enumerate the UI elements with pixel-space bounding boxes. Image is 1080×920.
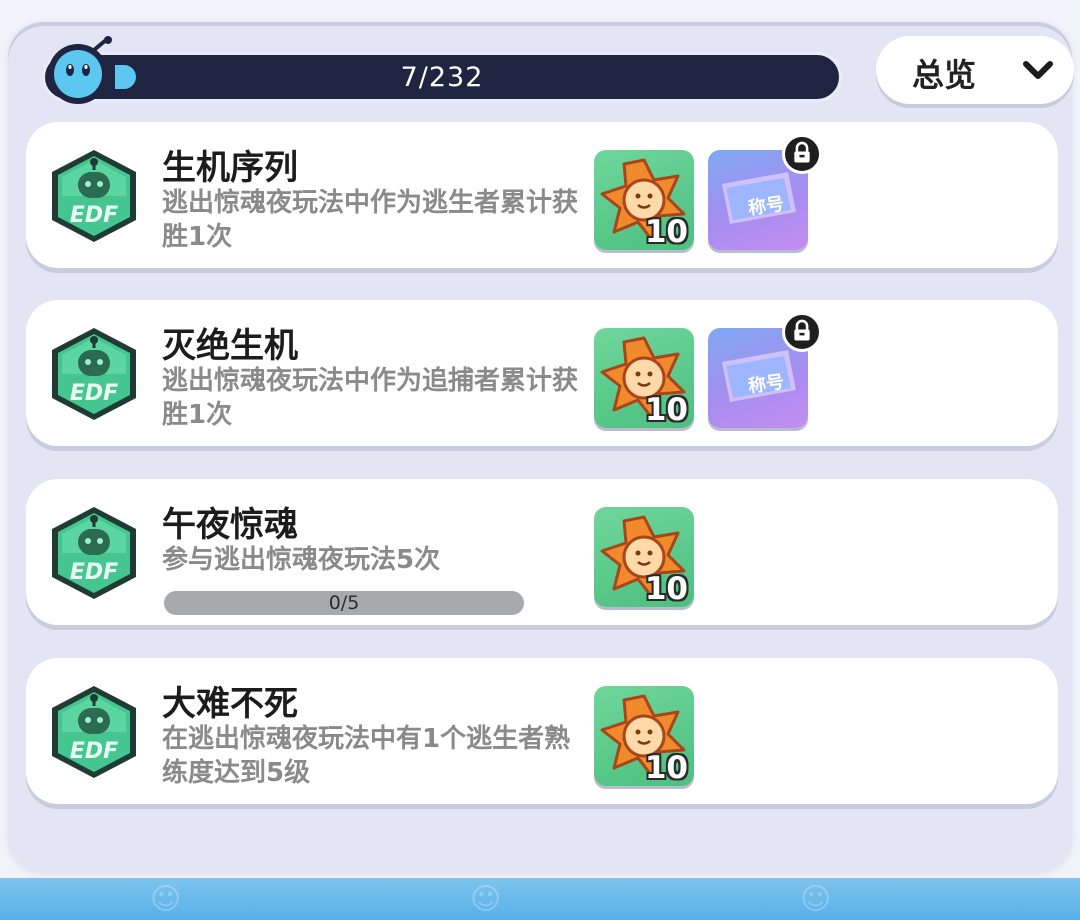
achievement-description: 逃出惊魂夜玩法中作为追捕者累计获胜1次 <box>162 366 579 430</box>
reward-coin[interactable]: 10 <box>594 150 694 250</box>
background-strip: ☺ ☺ ☺ <box>0 878 1080 920</box>
chevron-down-icon <box>1023 61 1053 79</box>
progress-text: 7/232 <box>400 62 484 93</box>
reward-coin[interactable]: 10 <box>594 328 694 428</box>
reward-title-ticket[interactable]: 称号 <box>708 312 822 428</box>
achievement-description: 参与逃出惊魂夜玩法5次 <box>162 545 441 575</box>
decor-cat-icon: ☺ <box>470 882 502 917</box>
achievement-description: 逃出惊魂夜玩法中作为逃生者累计获胜1次 <box>162 188 579 252</box>
achievement-card[interactable]: 生机序列 逃出惊魂夜玩法中作为逃生者累计获胜1次 10 称号 <box>26 122 1058 268</box>
achievement-card[interactable]: 午夜惊魂 参与逃出惊魂夜玩法5次 0/5 10 <box>26 479 1058 625</box>
reward-title-ticket[interactable]: 称号 <box>708 134 822 250</box>
reward-quantity: 10 <box>644 571 688 607</box>
reward-coin[interactable]: 10 <box>594 507 694 607</box>
achievement-progress-bar: 7/232 <box>42 52 842 102</box>
achievement-card[interactable]: 大难不死 在逃出惊魂夜玩法中有1个逃生者熟练度达到5级 10 <box>26 658 1058 804</box>
achievement-title: 生机序列 <box>162 148 298 188</box>
lock-icon <box>782 134 822 174</box>
reward-quantity: 10 <box>644 750 688 786</box>
ticket-label: 称号 <box>746 193 786 220</box>
achievement-card[interactable]: 灭绝生机 逃出惊魂夜玩法中作为追捕者累计获胜1次 10 称号 <box>26 300 1058 446</box>
achievement-description: 在逃出惊魂夜玩法中有1个逃生者熟练度达到5级 <box>162 724 571 788</box>
achievement-progress-bar: 0/5 <box>164 591 524 615</box>
decor-cat-icon: ☺ <box>150 882 182 917</box>
progress-text: 0/5 <box>328 592 360 614</box>
robot-badge-icon <box>44 324 144 424</box>
mascot-icon <box>48 36 112 104</box>
achievement-title: 灭绝生机 <box>162 326 298 366</box>
overview-dropdown[interactable]: 总览 <box>876 36 1074 104</box>
robot-badge-icon <box>44 503 144 603</box>
reward-coin[interactable]: 10 <box>594 686 694 786</box>
reward-quantity: 10 <box>644 392 688 428</box>
robot-badge-icon <box>44 146 144 246</box>
ticket-label: 称号 <box>746 371 786 398</box>
reward-quantity: 10 <box>644 214 688 250</box>
dropdown-label: 总览 <box>912 56 977 94</box>
robot-badge-icon <box>44 682 144 782</box>
achievement-title: 午夜惊魂 <box>162 505 298 545</box>
achievement-title: 大难不死 <box>162 684 298 724</box>
decor-cat-icon: ☺ <box>800 882 832 917</box>
lock-icon <box>782 312 822 352</box>
